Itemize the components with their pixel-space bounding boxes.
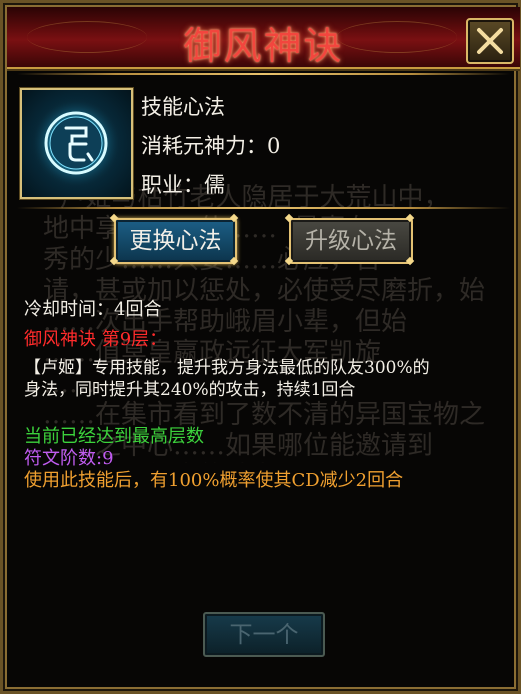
upgrade-skill-button[interactable]: 升级心法 xyxy=(289,218,413,264)
cooldown-text: 冷却时间：4回合 xyxy=(24,299,162,320)
skill-effect-text: 使用此技能后，有100%概率使其CD减少2回合 xyxy=(24,470,404,491)
skill-icon-frame xyxy=(20,88,133,199)
skill-level-text: 御风神诀 第9层： xyxy=(24,329,168,350)
header-divider xyxy=(17,73,510,75)
close-button[interactable] xyxy=(466,18,514,64)
skill-cost-label: 消耗元神力：0 xyxy=(141,134,281,158)
info-divider xyxy=(17,207,510,209)
skill-dialog: 御风神诀 卢姬与枯竹老人隐居于大荒山中， 地中享……二仙…… 最喜有 秀的少……… xyxy=(0,0,521,694)
skill-description-line: 身法，同时提升其240%的攻击，持续1回合 xyxy=(24,380,356,400)
rune-skill-icon xyxy=(30,97,122,189)
close-icon xyxy=(477,28,503,54)
change-skill-button[interactable]: 更换心法 xyxy=(114,218,237,264)
dialog-title: 御风神诀 xyxy=(183,24,344,68)
skill-class-label: 职业：儒 xyxy=(141,173,225,197)
skill-type-label: 技能心法 xyxy=(141,95,225,119)
dialog-header: 御风神诀 xyxy=(7,7,520,69)
next-button[interactable]: 下一个 xyxy=(203,612,325,657)
